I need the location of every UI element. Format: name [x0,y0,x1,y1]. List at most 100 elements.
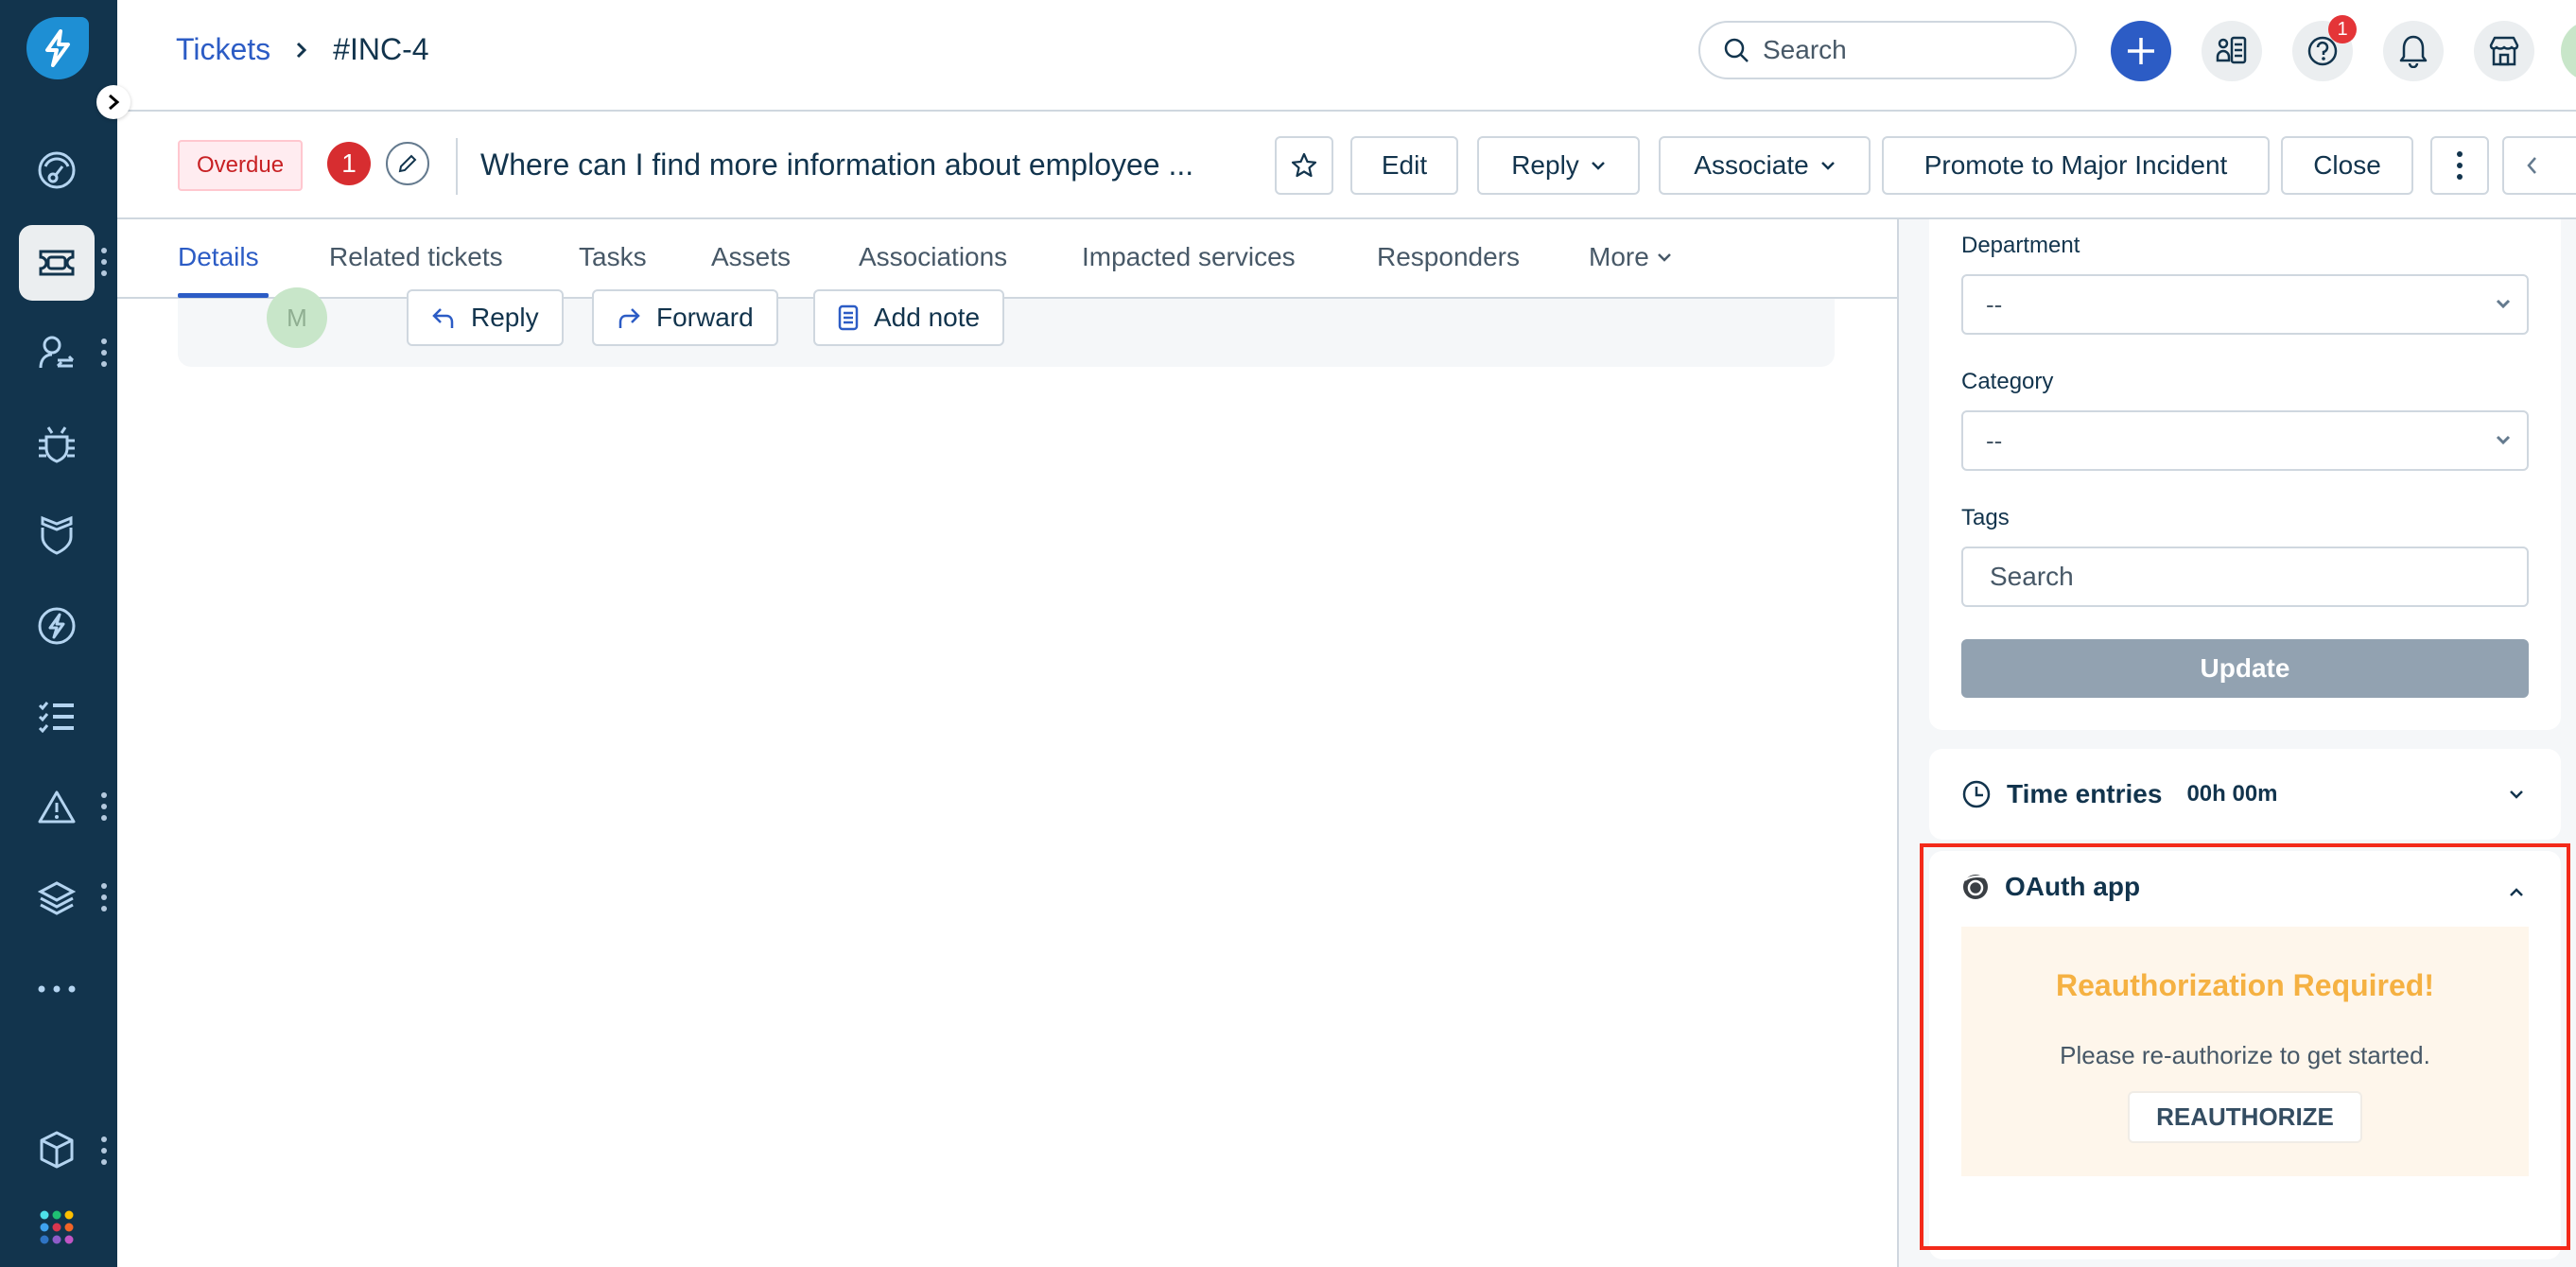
sidebar-item-dashboard[interactable] [19,132,95,208]
ticket-tabs: Details Related tickets Tasks Assets Ass… [117,219,1897,299]
more-actions-button[interactable] [2430,136,2489,195]
kebab-icon [2457,151,2463,180]
marketplace-button[interactable] [2474,21,2534,81]
previous-ticket-button[interactable] [2502,136,2576,195]
oauth-app-card: OAuth app Reauthorization Required! Plea… [1929,851,2561,1259]
department-select[interactable]: -- [1961,274,2529,335]
forward-label: Forward [656,303,754,332]
sidebar-nav [0,0,117,1267]
promote-major-incident-button[interactable]: Promote to Major Incident [1882,136,2270,195]
ticket-icon [39,250,75,276]
store-icon [2489,36,2519,66]
forward-button[interactable]: Forward [592,289,778,346]
bolt-icon [38,607,76,645]
associate-dropdown-button[interactable]: Associate [1659,136,1871,195]
sidebar-item-incidents[interactable] [19,770,95,845]
tags-label: Tags [1961,505,2010,530]
dashboard-icon [38,151,76,189]
reply-action-bar: M Reply Forward Add note [178,287,1835,367]
reauthorization-message: Please re-authorize to get started. [2060,1041,2430,1069]
checklist-icon [38,702,74,733]
tickets-menu-button[interactable] [98,248,110,276]
help-button[interactable]: 1 [2292,15,2357,81]
tab-tasks[interactable]: Tasks [579,242,647,272]
reauthorization-notice: Reauthorization Required! Please re-auth… [1961,927,2529,1176]
chevron-down-icon [2496,299,2511,309]
reauthorize-button[interactable]: REAUTHORIZE [2128,1091,2362,1143]
ticket-details-panel: M Reply Forward Add note [117,287,1897,1267]
note-icon [838,304,859,331]
sidebar-expand-button[interactable] [96,85,131,119]
reply-label: Reply [471,303,539,332]
ticket-action-bar: Overdue 1 Where can I find more informat… [117,112,2576,219]
help-badge: 1 [2328,15,2357,43]
close-button-label: Close [2313,150,2381,180]
layers-icon [38,881,76,915]
tab-related-tickets[interactable]: Related tickets [329,242,503,272]
reply-dropdown-button[interactable]: Reply [1477,136,1640,195]
reply-button-label: Reply [1511,150,1579,180]
sidebar-item-releases[interactable] [19,497,95,573]
sidebar-item-more[interactable] [19,951,95,1027]
sidebar-item-tickets[interactable] [19,225,95,301]
reply-button[interactable]: Reply [407,289,564,346]
ticket-subject: Where can I find more information about … [480,148,1194,182]
sidebar-item-changes[interactable] [19,316,95,391]
new-item-button[interactable] [2111,21,2171,81]
freshservice-logo-icon[interactable] [26,17,89,79]
incidents-menu-button[interactable] [98,792,110,821]
app-grid-icon [40,1210,74,1244]
oauth-app-icon [1963,875,1988,899]
add-note-label: Add note [874,303,981,332]
update-button[interactable]: Update [1961,639,2529,698]
search-placeholder: Search [1763,35,1847,64]
warning-icon [38,790,76,824]
divider [456,138,458,195]
star-button[interactable] [1275,136,1333,195]
sidebar-item-problems[interactable] [19,407,95,482]
apps-menu-button[interactable] [98,1137,110,1165]
overdue-status-tag: Overdue [178,140,304,191]
category-select[interactable]: -- [1961,410,2529,471]
star-icon [1291,152,1317,178]
edit-button[interactable]: Edit [1350,136,1458,195]
tab-assets[interactable]: Assets [711,242,791,272]
close-ticket-button[interactable]: Close [2281,136,2413,195]
top-header: Tickets #INC-4 Search 1 [117,0,2576,112]
tags-search-input[interactable]: Search [1961,547,2529,607]
shield-icon [41,515,73,555]
properties-sidebar: Department -- Category -- Tags Search Up… [1899,219,2576,1267]
sidebar-item-apps[interactable] [19,1112,95,1188]
plus-icon [2128,38,2154,64]
forward-arrow-icon [618,308,640,328]
breadcrumb-tickets-link[interactable]: Tickets [176,32,270,67]
contact-card-button[interactable] [2202,21,2262,81]
tab-impacted-services[interactable]: Impacted services [1082,242,1296,272]
chevron-up-icon[interactable] [2508,887,2525,898]
add-note-button[interactable]: Add note [813,289,1005,346]
sidebar-item-assets[interactable] [19,860,95,936]
edit-button-label: Edit [1381,150,1428,180]
oauth-app-header[interactable]: OAuth app [1961,872,2140,902]
notifications-button[interactable] [2383,21,2444,81]
ticket-properties-card: Department -- Category -- Tags Search Up… [1929,219,2561,730]
edit-subject-button[interactable] [386,142,429,185]
department-label: Department [1961,233,2080,258]
tab-more[interactable]: More [1589,242,1672,272]
time-entries-card[interactable]: Time entries 00h 00m [1929,749,2561,840]
chevron-down-icon [2496,435,2511,445]
global-search-input[interactable]: Search [1698,21,2077,79]
changes-menu-button[interactable] [98,338,110,367]
sidebar-item-app-switcher[interactable] [19,1199,95,1256]
unread-count-badge: 1 [327,142,371,185]
agent-transfer-icon [39,336,75,369]
chevron-down-icon [1820,162,1835,170]
chevron-down-icon [2510,790,2523,799]
tab-details[interactable]: Details [178,242,259,272]
tab-associations[interactable]: Associations [859,242,1007,272]
assets-menu-button[interactable] [98,883,110,911]
department-value: -- [1986,289,2003,319]
sidebar-item-alerts[interactable] [19,588,95,664]
sidebar-item-tasks[interactable] [19,679,95,755]
tab-responders[interactable]: Responders [1377,242,1520,272]
